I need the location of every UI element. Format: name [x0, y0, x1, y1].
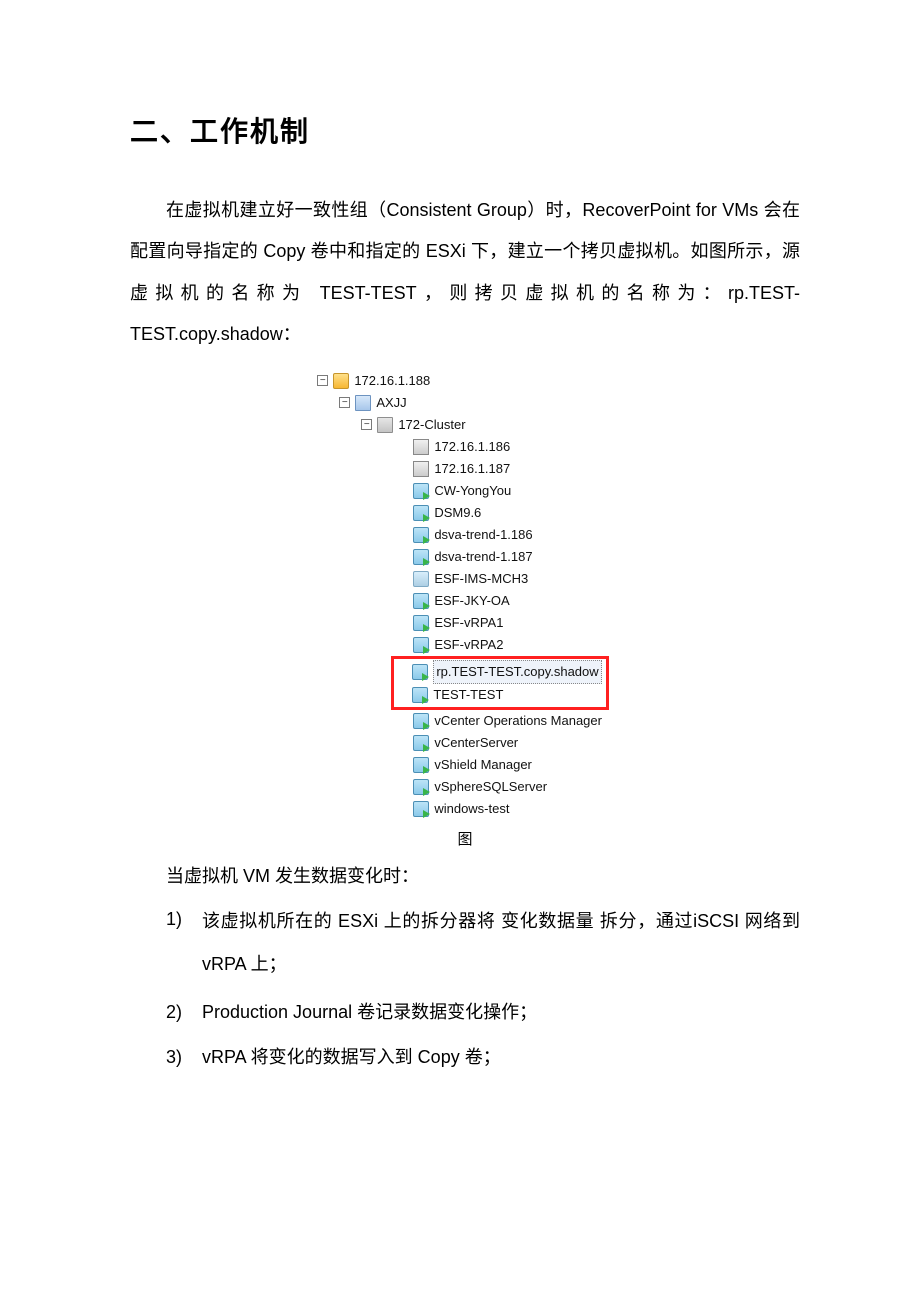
tree-vm[interactable]: vCenter Operations Manager — [317, 710, 608, 732]
tree-root-vcenter[interactable]: − 172.16.1.188 — [317, 370, 608, 392]
list-number: 3) — [166, 1038, 202, 1078]
vm-running-icon — [412, 664, 428, 680]
tree-cluster[interactable]: − 172-Cluster — [317, 414, 608, 436]
tree-datacenter[interactable]: − AXJJ — [317, 392, 608, 414]
tree-vm[interactable]: DSM9.6 — [317, 502, 608, 524]
vcenter-icon — [333, 373, 349, 389]
vm-running-icon — [413, 735, 429, 751]
vm-running-icon — [413, 713, 429, 729]
host-icon — [413, 461, 429, 477]
vm-label: DSM9.6 — [434, 502, 481, 524]
vm-running-icon — [413, 505, 429, 521]
vm-running-icon — [413, 757, 429, 773]
vm-label: vSphereSQLServer — [434, 776, 547, 798]
tree-host[interactable]: 172.16.1.186 — [317, 436, 608, 458]
tree-vm[interactable]: windows-test — [317, 798, 608, 820]
spacer — [396, 689, 407, 700]
vm-running-icon — [413, 801, 429, 817]
list-text: Production Journal 卷记录数据变化操作； — [202, 993, 800, 1033]
spacer — [397, 595, 408, 606]
vsphere-inventory-tree: − 172.16.1.188 − AXJJ − 172-Cluster 172.… — [313, 366, 616, 824]
list-item: 2) Production Journal 卷记录数据变化操作； — [166, 993, 800, 1033]
list-item: 1) 该虚拟机所在的 ESXi 上的拆分器将 变化数据量 拆分，通过iSCSI … — [166, 900, 800, 986]
tree-vm-source[interactable]: TEST-TEST — [396, 684, 601, 706]
vcenter-label: 172.16.1.188 — [354, 370, 430, 392]
spacer — [397, 759, 408, 770]
tree-vm[interactable]: ESF-vRPA1 — [317, 612, 608, 634]
vm-label: vCenterServer — [434, 732, 518, 754]
vm-running-icon — [413, 549, 429, 565]
spacer — [397, 463, 408, 474]
vm-running-icon — [413, 779, 429, 795]
collapse-toggle-icon[interactable]: − — [361, 419, 372, 430]
tree-vm[interactable]: vCenterServer — [317, 732, 608, 754]
vm-label: ESF-IMS-MCH3 — [434, 568, 528, 590]
spacer — [397, 617, 408, 628]
vm-label: ESF-vRPA1 — [434, 612, 503, 634]
list-text: 该虚拟机所在的 ESXi 上的拆分器将 变化数据量 拆分，通过iSCSI 网络到… — [202, 900, 800, 986]
cluster-label: 172-Cluster — [398, 414, 465, 436]
spacer — [397, 529, 408, 540]
vm-running-icon — [413, 527, 429, 543]
list-text: vRPA 将变化的数据写入到 Copy 卷； — [202, 1038, 800, 1078]
vm-running-icon — [413, 483, 429, 499]
spacer — [396, 666, 407, 677]
vm-running-icon — [413, 637, 429, 653]
spacer — [397, 573, 408, 584]
spacer — [397, 485, 408, 496]
spacer — [397, 781, 408, 792]
vm-label: windows-test — [434, 798, 509, 820]
host-icon — [413, 439, 429, 455]
vm-label-selected: rp.TEST-TEST.copy.shadow — [433, 660, 601, 684]
transition-paragraph: 当虚拟机 VM 发生数据变化时： — [130, 857, 800, 897]
vm-off-icon — [413, 571, 429, 587]
list-number: 2) — [166, 993, 202, 1033]
tree-vm[interactable]: ESF-vRPA2 — [317, 634, 608, 656]
spacer — [397, 441, 408, 452]
datacenter-label: AXJJ — [376, 392, 406, 414]
intro-paragraph: 在虚拟机建立好一致性组（Consistent Group）时，RecoverPo… — [130, 190, 800, 356]
section-heading: 二、工作机制 — [130, 110, 800, 150]
collapse-toggle-icon[interactable]: − — [317, 375, 328, 386]
list-number: 1) — [166, 900, 202, 986]
vm-label: ESF-JKY-OA — [434, 590, 509, 612]
vm-running-icon — [413, 615, 429, 631]
spacer — [397, 803, 408, 814]
screenshot-figure: − 172.16.1.188 − AXJJ − 172-Cluster 172.… — [130, 366, 800, 849]
tree-vm[interactable]: dsva-trend-1.187 — [317, 546, 608, 568]
vm-label: dsva-trend-1.187 — [434, 546, 532, 568]
vm-label: dsva-trend-1.186 — [434, 524, 532, 546]
tree-host[interactable]: 172.16.1.187 — [317, 458, 608, 480]
vm-label: vShield Manager — [434, 754, 532, 776]
list-item: 3) vRPA 将变化的数据写入到 Copy 卷； — [166, 1038, 800, 1078]
tree-vm[interactable]: ESF-JKY-OA — [317, 590, 608, 612]
vm-label: CW-YongYou — [434, 480, 511, 502]
tree-vm[interactable]: vSphereSQLServer — [317, 776, 608, 798]
tree-vm[interactable]: vShield Manager — [317, 754, 608, 776]
spacer — [397, 507, 408, 518]
tree-vm[interactable]: CW-YongYou — [317, 480, 608, 502]
document-page: 二、工作机制 在虚拟机建立好一致性组（Consistent Group）时，Re… — [0, 0, 920, 1144]
spacer — [397, 551, 408, 562]
highlight-box: rp.TEST-TEST.copy.shadow TEST-TEST — [391, 656, 608, 710]
tree-vm[interactable]: ESF-IMS-MCH3 — [317, 568, 608, 590]
spacer — [397, 639, 408, 650]
tree-vm[interactable]: dsva-trend-1.186 — [317, 524, 608, 546]
vm-running-icon — [413, 593, 429, 609]
datacenter-icon — [355, 395, 371, 411]
spacer — [397, 715, 408, 726]
host-label: 172.16.1.186 — [434, 436, 510, 458]
vm-label: vCenter Operations Manager — [434, 710, 602, 732]
cluster-icon — [377, 417, 393, 433]
vm-label: TEST-TEST — [433, 684, 503, 706]
vm-running-icon — [412, 687, 428, 703]
spacer — [397, 737, 408, 748]
vm-label: ESF-vRPA2 — [434, 634, 503, 656]
tree-vm-shadow-copy[interactable]: rp.TEST-TEST.copy.shadow — [396, 660, 601, 684]
figure-caption: 图 — [457, 828, 472, 849]
collapse-toggle-icon[interactable]: − — [339, 397, 350, 408]
host-label: 172.16.1.187 — [434, 458, 510, 480]
numbered-list: 1) 该虚拟机所在的 ESXi 上的拆分器将 变化数据量 拆分，通过iSCSI … — [130, 900, 800, 1078]
